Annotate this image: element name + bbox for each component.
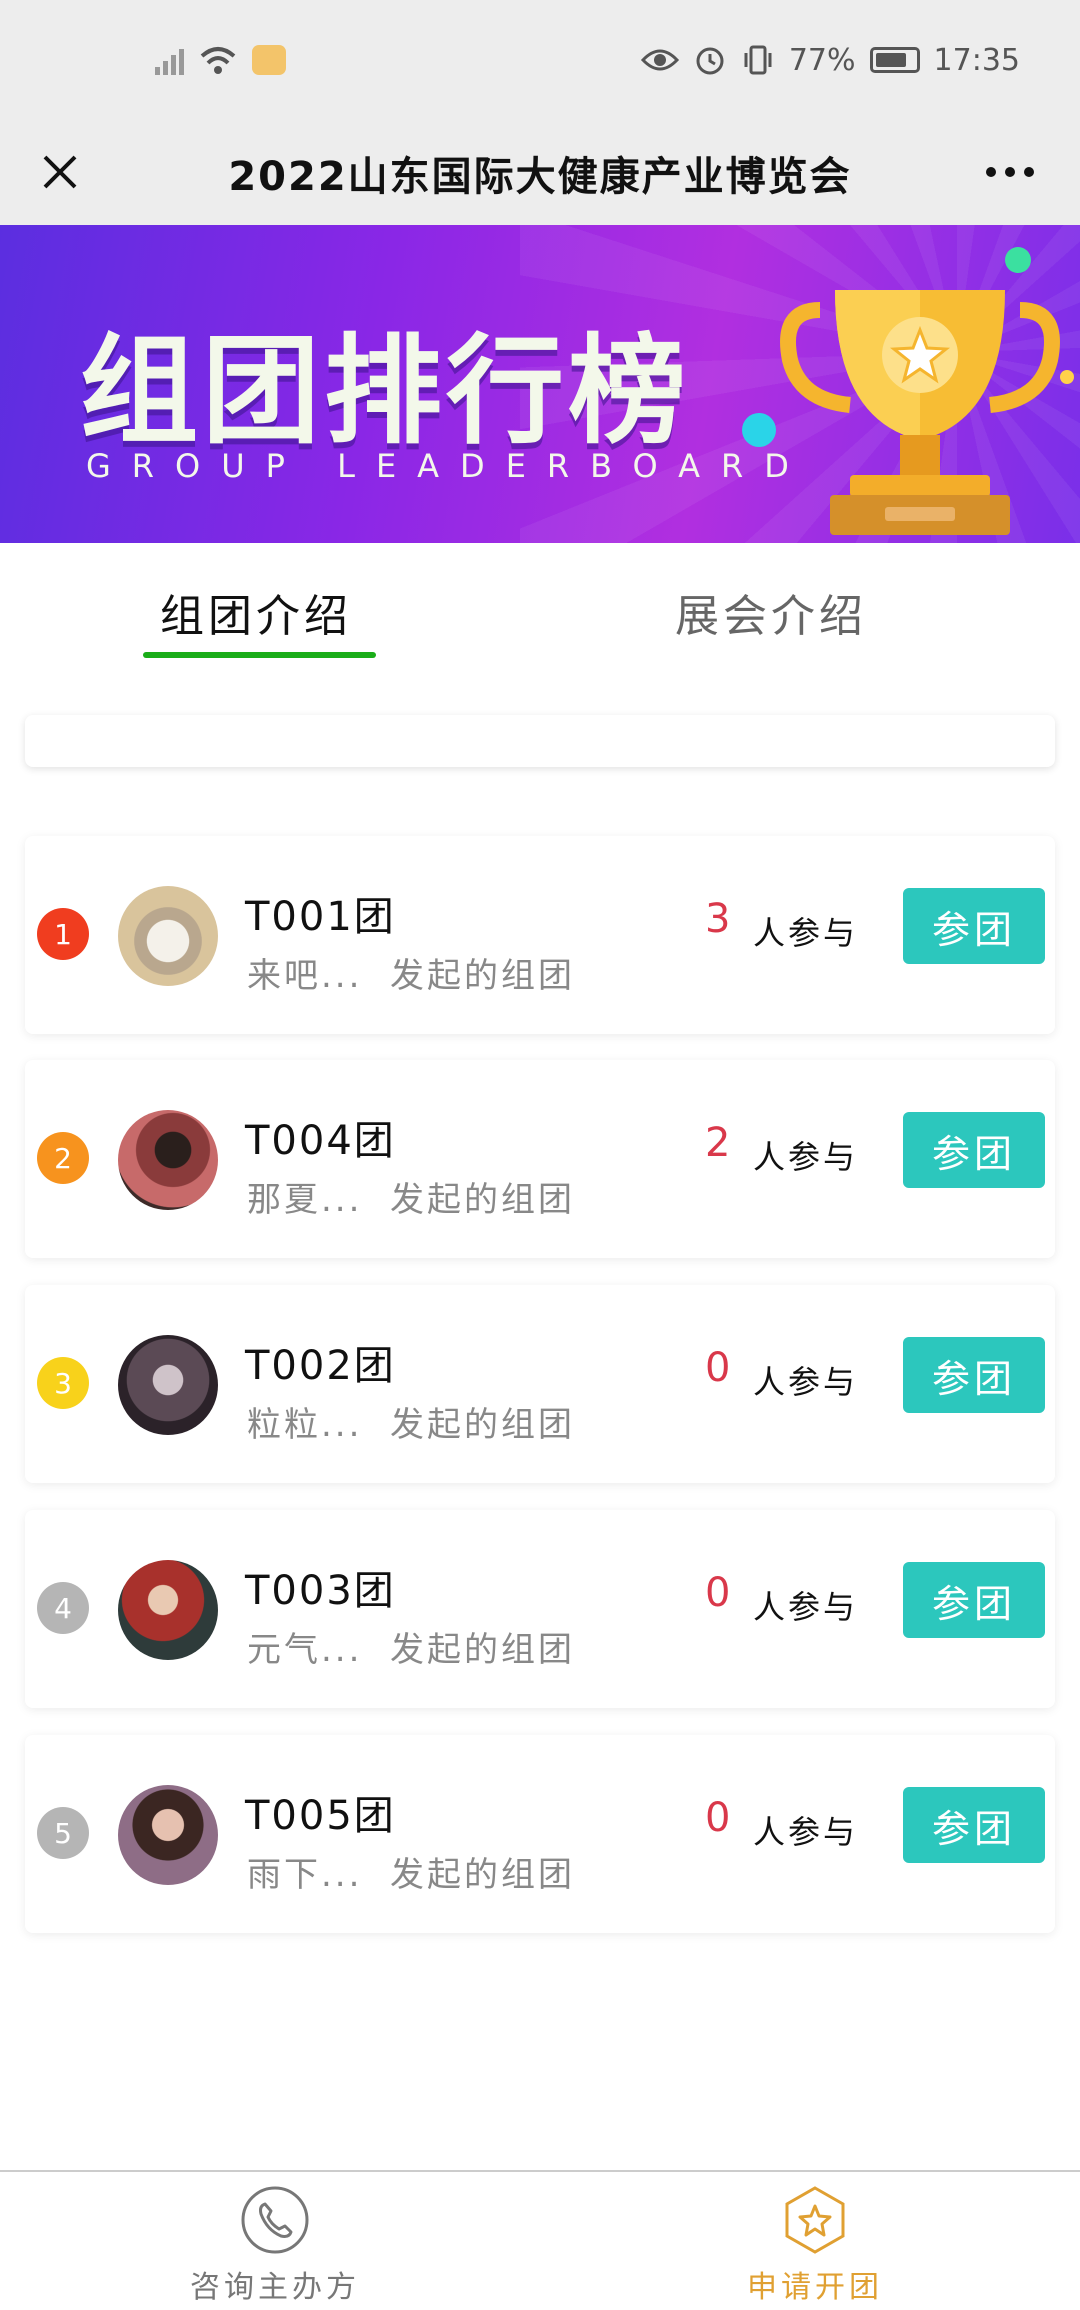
- participant-count: 0: [705, 1345, 731, 1391]
- apply-group-button[interactable]: 申请开团: [685, 2184, 945, 2306]
- group-initiator: 雨下... 发起的组团: [247, 1855, 576, 1895]
- group-name: T001团: [245, 894, 396, 940]
- title-bar: 2022山东国际大健康产业博览会: [0, 120, 1080, 225]
- rank-badge: 5: [37, 1807, 89, 1859]
- phone-icon: [241, 2186, 309, 2254]
- vibrate-icon: [744, 45, 772, 75]
- page-title: 2022山东国际大健康产业博览会: [228, 153, 852, 200]
- status-right: 77% 17:35: [640, 42, 1020, 78]
- avatar: [118, 1560, 218, 1660]
- close-icon: [43, 155, 77, 189]
- group-initiator: 那夏... 发起的组团: [247, 1180, 576, 1220]
- join-group-button[interactable]: 参团: [903, 888, 1045, 964]
- banner-dot: [742, 413, 776, 447]
- banner-subtitle: GROUP LEADERBOARD: [86, 447, 810, 485]
- group-card: 1 T001团 来吧... 发起的组团 3 人参与 参团: [25, 836, 1055, 1034]
- status-bar: 77% 17:35: [0, 0, 1080, 120]
- rank-badge: 2: [37, 1132, 89, 1184]
- eye-icon: [640, 49, 679, 71]
- avatar: [118, 1785, 218, 1885]
- join-group-button[interactable]: 参团: [903, 1787, 1045, 1863]
- group-initiator: 粒粒... 发起的组团: [247, 1405, 576, 1445]
- group-name: T004团: [245, 1118, 396, 1164]
- group-name: T005团: [245, 1793, 396, 1839]
- alarm-icon: [696, 47, 724, 75]
- notification-app-icon: [252, 45, 286, 75]
- participant-count: 2: [705, 1120, 731, 1166]
- group-card: 5 T005团 雨下... 发起的组团 0 人参与 参团: [25, 1735, 1055, 1933]
- group-card: 2 T004团 那夏... 发起的组团 2 人参与 参团: [25, 1060, 1055, 1258]
- signal-icon: [155, 45, 184, 75]
- clock: 17:35: [933, 42, 1020, 78]
- group-name: T002团: [245, 1343, 396, 1389]
- participant-count: 3: [705, 896, 731, 942]
- participant-label: 人参与: [753, 1363, 859, 1401]
- trophy-icon: [780, 290, 1060, 535]
- group-initiator: 来吧... 发起的组团: [247, 956, 576, 996]
- contact-organizer-label: 咨询主办方: [190, 2270, 360, 2305]
- participant-count: 0: [705, 1795, 731, 1841]
- group-initiator: 元气... 发起的组团: [247, 1630, 576, 1670]
- rank-badge: 1: [37, 908, 89, 960]
- battery-icon: [869, 47, 920, 73]
- tab-expo-intro[interactable]: 展会介绍: [675, 580, 867, 644]
- banner-dot: [1060, 370, 1074, 384]
- avatar: [118, 1335, 218, 1435]
- avatar: [118, 886, 218, 986]
- rank-badge: 3: [37, 1357, 89, 1409]
- join-group-button[interactable]: 参团: [903, 1562, 1045, 1638]
- tab-active-indicator: [143, 652, 376, 658]
- avatar: [118, 1110, 218, 1210]
- leaderboard-banner: 组团排行榜 GROUP LEADERBOARD: [0, 225, 1080, 543]
- tab-group-intro[interactable]: 组团介绍: [160, 580, 352, 644]
- rank-badge: 4: [37, 1582, 89, 1634]
- close-button[interactable]: [30, 142, 90, 202]
- participant-count: 0: [705, 1570, 731, 1616]
- search-input[interactable]: [25, 715, 1055, 767]
- apply-group-label: 申请开团: [747, 2270, 883, 2305]
- participant-label: 人参与: [753, 1588, 859, 1626]
- participant-label: 人参与: [753, 914, 859, 952]
- join-group-button[interactable]: 参团: [903, 1337, 1045, 1413]
- more-button[interactable]: [980, 150, 1040, 194]
- contact-organizer-button[interactable]: 咨询主办方: [145, 2184, 405, 2306]
- battery-percent: 77%: [788, 42, 856, 78]
- star-hexagon-icon: [785, 2186, 845, 2254]
- more-icon: [986, 167, 1034, 177]
- participant-label: 人参与: [753, 1138, 859, 1176]
- join-group-button[interactable]: 参团: [903, 1112, 1045, 1188]
- group-name: T003团: [245, 1568, 396, 1614]
- participant-label: 人参与: [753, 1813, 859, 1851]
- wifi-icon: [200, 47, 236, 74]
- status-left: [155, 44, 286, 76]
- bottom-nav: 咨询主办方 申请开团: [0, 2170, 1080, 2310]
- group-card: 4 T003团 元气... 发起的组团 0 人参与 参团: [25, 1510, 1055, 1708]
- group-card: 3 T002团 粒粒... 发起的组团 0 人参与 参团: [25, 1285, 1055, 1483]
- banner-title: 组团排行榜: [80, 322, 691, 460]
